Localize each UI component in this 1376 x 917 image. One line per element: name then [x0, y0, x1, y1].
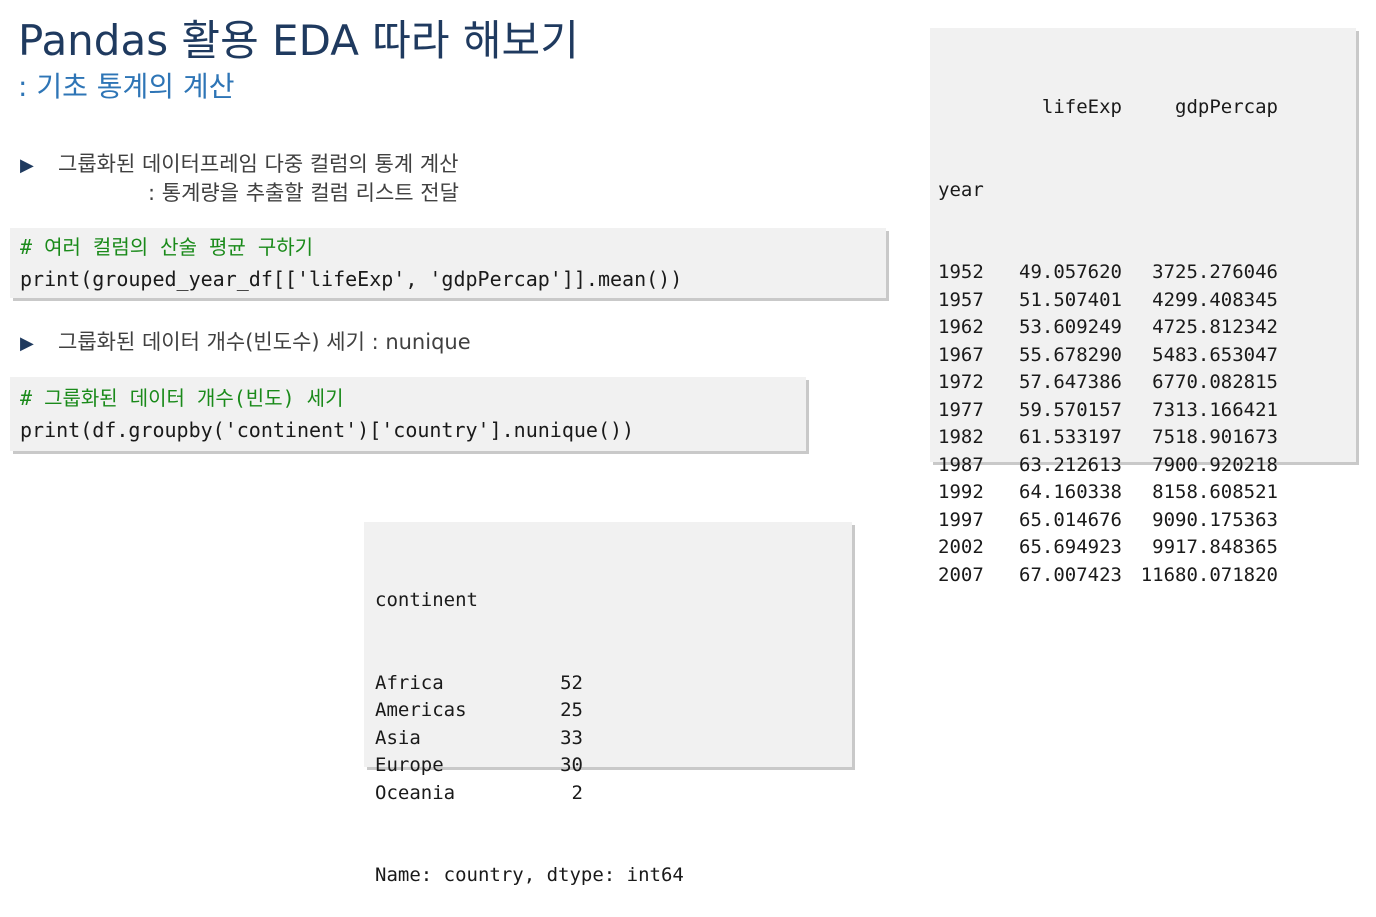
continent-cell: Asia — [375, 726, 421, 749]
bullet-text: 그룹화된 데이터프레임 다중 컬럼의 통계 계산 — [58, 152, 459, 176]
table-row: Europe 30 — [375, 752, 841, 780]
bullet-item: ▶ 그룹화된 데이터 개수(빈도수) 세기 : nunique — [20, 328, 471, 357]
gdppercap-cell: 3725.276046 — [1152, 261, 1278, 283]
bullet-text: 그룹화된 데이터 개수(빈도수) 세기 : nunique — [58, 330, 471, 354]
year-cell: 1967 — [938, 343, 984, 366]
lifeexp-cell: 59.570157 — [1019, 398, 1122, 421]
continent-cell: Europe — [375, 754, 444, 776]
table-row: 2007 67.007423 11680.071820 — [938, 562, 1348, 590]
table-row: 1962 53.609249 4725.812342 — [938, 314, 1348, 342]
code-block-nunique: # 그룹화된 데이터 개수(빈도) 세기 print(df.groupby('co… — [10, 377, 806, 451]
table-row: 1952 49.057620 3725.276046 — [938, 259, 1348, 287]
lifeexp-cell: 63.212613 — [1019, 453, 1122, 476]
year-cell: 1982 — [938, 426, 984, 448]
bullet-subtext: : 통계량을 추출할 컬럼 리스트 전달 — [148, 181, 459, 206]
year-cell: 1992 — [938, 481, 984, 503]
index-name-row: year — [938, 177, 1348, 205]
code-comment: # 그룹화된 데이터 개수(빈도) 세기 — [20, 386, 344, 410]
lifeexp-cell: 53.609249 — [1019, 316, 1122, 338]
gdppercap-cell: 9090.175363 — [1152, 508, 1278, 531]
gdppercap-cell: 4299.408345 — [1152, 288, 1278, 311]
year-cell: 1997 — [938, 508, 984, 531]
lifeexp-cell: 64.160338 — [1019, 481, 1122, 503]
lifeexp-cell: 65.694923 — [1019, 536, 1122, 558]
output-header: continent — [375, 589, 478, 611]
code-comment: # 여러 컬럼의 산술 평균 구하기 — [20, 235, 314, 259]
continent-cell: Oceania — [375, 781, 456, 804]
table-row: Africa 52 — [375, 670, 841, 698]
bullet-item: ▶ 그룹화된 데이터프레임 다중 컬럼의 통계 계산 : 통계량을 추출할 컬럼 … — [20, 150, 459, 209]
table-row: 1997 65.014676 9090.175363 — [938, 507, 1348, 535]
lifeexp-cell: 61.533197 — [1019, 426, 1122, 448]
code-line: print(grouped_year_df[['lifeExp', 'gdpPe… — [20, 267, 683, 291]
triangle-bullet-icon: ▶ — [20, 155, 34, 176]
gdppercap-cell: 9917.848365 — [1152, 536, 1278, 558]
lifeexp-cell: 49.057620 — [1019, 261, 1122, 283]
page-title: Pandas 활용 EDA 따라 해보기 — [18, 16, 579, 65]
code-block-mean: # 여러 컬럼의 산술 평균 구하기 print(grouped_year_df[… — [10, 228, 886, 298]
year-cell: 2002 — [938, 536, 984, 558]
triangle-bullet-icon: ▶ — [20, 333, 34, 354]
gdppercap-cell: 4725.812342 — [1152, 316, 1278, 338]
page-subtitle: : 기초 통계의 계산 — [18, 70, 235, 103]
gdppercap-cell: 11680.071820 — [1140, 563, 1278, 586]
year-cell: 1977 — [938, 398, 984, 421]
lifeexp-cell: 57.647386 — [1019, 371, 1122, 393]
year-cell: 1987 — [938, 453, 984, 476]
lifeexp-cell: 65.014676 — [1019, 508, 1122, 531]
table-row: 1972 57.647386 6770.082815 — [938, 369, 1348, 397]
code-line: print(df.groupby('continent')['country']… — [20, 418, 635, 442]
table-row: 2002 65.694923 9917.848365 — [938, 534, 1348, 562]
table-row: 1957 51.507401 4299.408345 — [938, 287, 1348, 315]
gdppercap-cell: 6770.082815 — [1152, 371, 1278, 393]
table-row: 1977 59.570157 7313.166421 — [938, 397, 1348, 425]
gdppercap-cell: 8158.608521 — [1152, 481, 1278, 503]
count-cell: 25 — [560, 699, 583, 721]
table-row: Oceania 2 — [375, 780, 841, 808]
nunique-output-panel: continent Africa 52 Americas 25 Asia 33 Europe… — [364, 522, 852, 886]
year-cell: 1957 — [938, 288, 984, 311]
output-rows: 1952 49.057620 3725.276046 1957 51.507401 429… — [938, 259, 1348, 589]
continent-cell: Africa — [375, 671, 444, 694]
table-row: Americas 25 — [375, 697, 841, 725]
gdppercap-cell: 7313.166421 — [1152, 398, 1278, 421]
table-row: 1982 61.533197 7518.901673 — [938, 424, 1348, 452]
gdppercap-cell: 7518.901673 — [1152, 426, 1278, 448]
count-cell: 30 — [560, 754, 583, 776]
continent-cell: Americas — [375, 699, 467, 721]
table-row: 1992 64.160338 8158.608521 — [938, 479, 1348, 507]
table-row: 1967 55.678290 5483.653047 — [938, 342, 1348, 370]
year-cell: 1952 — [938, 261, 984, 283]
count-cell: 33 — [560, 726, 583, 749]
year-cell: 1962 — [938, 316, 984, 338]
lifeexp-cell: 55.678290 — [1019, 343, 1122, 366]
year-cell: 2007 — [938, 563, 984, 586]
gdppercap-cell: 5483.653047 — [1152, 343, 1278, 366]
year-cell: 1972 — [938, 371, 984, 393]
index-name: year — [938, 178, 984, 201]
count-cell: 52 — [560, 671, 583, 694]
column-header: gdpPercap — [1175, 96, 1278, 118]
count-cell: 2 — [571, 781, 583, 804]
gdppercap-cell: 7900.920218 — [1152, 453, 1278, 476]
output-rows: Africa 52 Americas 25 Asia 33 Europe 30 Oceania 2 — [375, 670, 841, 808]
output-footer: Name: country, dtype: int64 — [375, 864, 684, 886]
column-header: lifeExp — [1041, 96, 1122, 118]
table-row: Asia 33 — [375, 725, 841, 753]
table-row: 1987 63.212613 7900.920218 — [938, 452, 1348, 480]
mean-output-panel: lifeExp gdpPercap year 1952 49.057620 3725.… — [930, 28, 1356, 586]
lifeexp-cell: 67.007423 — [1019, 563, 1122, 586]
output-header-row: lifeExp gdpPercap — [938, 94, 1348, 122]
lifeexp-cell: 51.507401 — [1019, 288, 1122, 311]
